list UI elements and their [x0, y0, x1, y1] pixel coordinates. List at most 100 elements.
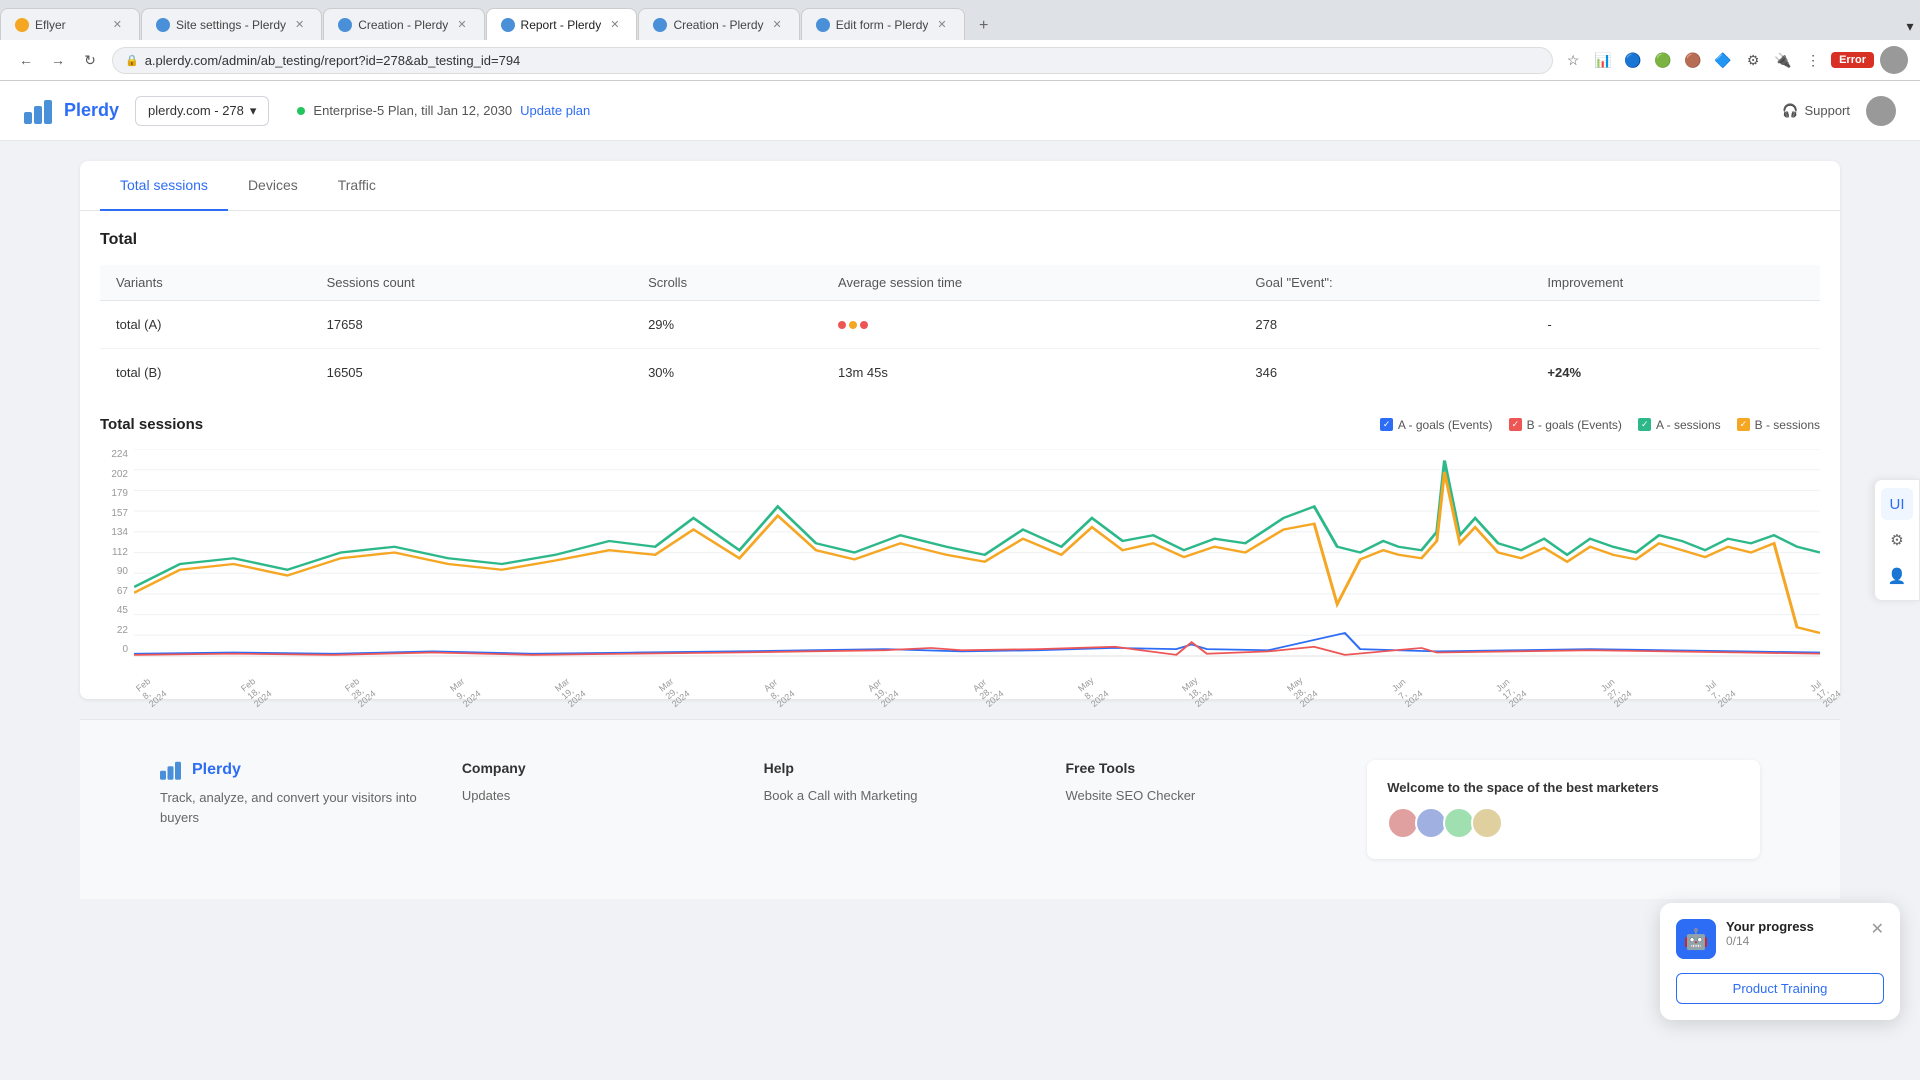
- footer-book-call-link[interactable]: Book a Call with Marketing: [764, 788, 1026, 803]
- cell-avg-time-b: 13m 45s: [822, 349, 1239, 397]
- y-label-224: 224: [111, 449, 128, 460]
- site-selector[interactable]: plerdy.com - 278 ▾: [135, 96, 269, 126]
- y-label-134: 134: [111, 527, 128, 538]
- support-button[interactable]: 🎧 Support: [1782, 103, 1850, 119]
- chart-container: 224 202 179 157 134 112 90 67 45 22 0: [100, 449, 1820, 679]
- chart-title: Total sessions: [100, 416, 203, 433]
- progress-title: Your progress: [1726, 919, 1871, 934]
- avg-time-dots: [838, 321, 1223, 329]
- legend-b-goals[interactable]: B - goals (Events): [1509, 418, 1622, 432]
- sidebar-ui-icon[interactable]: UI: [1881, 488, 1913, 520]
- tab-favicon: [15, 18, 29, 32]
- footer-seo-checker-link[interactable]: Website SEO Checker: [1065, 788, 1327, 803]
- col-header-goal: Goal "Event":: [1239, 265, 1531, 301]
- chrome-ext-icon1[interactable]: 🔵: [1621, 48, 1645, 72]
- dot1: [838, 321, 846, 329]
- bookmark-star-icon[interactable]: ☆: [1561, 48, 1585, 72]
- settings-icon[interactable]: ⋮: [1801, 48, 1825, 72]
- table-header-row: Variants Sessions count Scrolls Average …: [100, 265, 1820, 301]
- browser-tab-eflyer[interactable]: Eflyer ✕: [0, 8, 140, 40]
- browser-tab-report[interactable]: Report - Plerdy ✕: [486, 8, 638, 40]
- y-label-22: 22: [117, 625, 128, 636]
- legend-label-a-sessions: A - sessions: [1656, 418, 1721, 432]
- chrome-ext-icon5[interactable]: ⚙: [1741, 48, 1765, 72]
- tab-close-button[interactable]: ✕: [110, 17, 125, 32]
- x-label-may18: May 18, 2024: [1180, 678, 1208, 709]
- x-label-feb8: Feb 8, 2024: [134, 678, 162, 709]
- browser-tab-creation1[interactable]: Creation - Plerdy ✕: [323, 8, 484, 40]
- right-sidebar: UI ⚙ 👤: [1874, 479, 1920, 601]
- browser-tab-edit-form[interactable]: Edit form - Plerdy ✕: [801, 8, 965, 40]
- browser-chrome: Eflyer ✕ Site settings - Plerdy ✕ Creati…: [0, 0, 1920, 81]
- x-label-feb18: Feb 18, 2024: [239, 678, 267, 709]
- footer-updates-link[interactable]: Updates: [462, 788, 724, 803]
- col-header-improvement: Improvement: [1531, 265, 1820, 301]
- tab-close-button[interactable]: ✕: [292, 17, 307, 32]
- legend-b-sessions[interactable]: B - sessions: [1737, 418, 1820, 432]
- chart-legend: A - goals (Events) B - goals (Events) A …: [1380, 418, 1820, 432]
- x-label-jul17: Jul 17, 2024: [1808, 678, 1836, 709]
- chrome-ext-icon2[interactable]: 🟢: [1651, 48, 1675, 72]
- x-label-mar9: Mar 9, 2024: [448, 678, 476, 709]
- profile-avatar[interactable]: [1880, 46, 1908, 74]
- reload-button[interactable]: ↻: [76, 46, 104, 74]
- chrome-ext-icon3[interactable]: 🟤: [1681, 48, 1705, 72]
- new-tab-button[interactable]: +: [970, 12, 998, 40]
- update-plan-link[interactable]: Update plan: [520, 103, 590, 118]
- chart-header: Total sessions A - goals (Events) B - go…: [100, 416, 1820, 433]
- footer-welcome: Welcome to the space of the best markete…: [1367, 760, 1760, 859]
- error-badge: Error: [1831, 52, 1874, 68]
- tab-devices[interactable]: Devices: [228, 161, 318, 211]
- sidebar-settings-icon[interactable]: ⚙: [1881, 524, 1913, 556]
- footer-company: Company Updates: [462, 760, 724, 859]
- tab-traffic[interactable]: Traffic: [318, 161, 396, 211]
- footer-company-title: Company: [462, 760, 724, 776]
- tab-close-button[interactable]: ✕: [454, 17, 469, 32]
- footer-avatar-row: [1387, 807, 1740, 839]
- site-selector-text: plerdy.com - 278: [148, 103, 244, 118]
- tab-traffic-label: Traffic: [338, 177, 376, 193]
- chrome-ext-icon6[interactable]: 🔌: [1771, 48, 1795, 72]
- sidebar-user-icon[interactable]: 👤: [1881, 560, 1913, 592]
- legend-checkbox-b-goals: [1509, 418, 1522, 431]
- plerdy-ext-icon[interactable]: 📊: [1591, 48, 1615, 72]
- progress-mascot-icon: 🤖: [1676, 919, 1716, 959]
- tab-close-button[interactable]: ✕: [770, 17, 785, 32]
- tab-total-sessions[interactable]: Total sessions: [100, 161, 228, 211]
- dot3: [860, 321, 868, 329]
- url-bar[interactable]: 🔒 a.plerdy.com/admin/ab_testing/report?i…: [112, 47, 1553, 74]
- x-label-may8: May 8, 2024: [1076, 678, 1104, 709]
- tab-close-button[interactable]: ✕: [607, 17, 622, 32]
- user-avatar[interactable]: [1866, 96, 1896, 126]
- tab-close-button[interactable]: ✕: [934, 17, 949, 32]
- chrome-ext-icon4[interactable]: 🔷: [1711, 48, 1735, 72]
- footer-free-tools: Free Tools Website SEO Checker: [1065, 760, 1327, 859]
- legend-checkbox-b-sessions: [1737, 418, 1750, 431]
- cell-sessions-a: 17658: [311, 301, 632, 349]
- tab-title: Edit form - Plerdy: [836, 18, 929, 32]
- browser-tab-creation2[interactable]: Creation - Plerdy ✕: [638, 8, 799, 40]
- tab-overflow-button[interactable]: ▾: [1900, 12, 1920, 40]
- app-container: Plerdy plerdy.com - 278 ▾ Enterprise-5 P…: [0, 81, 1920, 981]
- y-axis: 224 202 179 157 134 112 90 67 45 22 0: [100, 449, 134, 679]
- legend-a-goals[interactable]: A - goals (Events): [1380, 418, 1493, 432]
- forward-button[interactable]: →: [44, 46, 72, 74]
- legend-a-sessions[interactable]: A - sessions: [1638, 418, 1721, 432]
- col-header-scrolls: Scrolls: [632, 265, 822, 301]
- progress-close-button[interactable]: ✕: [1871, 919, 1884, 939]
- table-row: total (A) 17658 29% 278: [100, 301, 1820, 349]
- logo[interactable]: Plerdy: [24, 98, 119, 124]
- footer-logo-text: Plerdy: [192, 761, 241, 779]
- browser-tab-site-settings[interactable]: Site settings - Plerdy ✕: [141, 8, 322, 40]
- logo-text: Plerdy: [64, 100, 119, 121]
- footer-help-title: Help: [764, 760, 1026, 776]
- legend-checkbox-a-sessions: [1638, 418, 1651, 431]
- footer-brand-text: Track, analyze, and convert your visitor…: [160, 788, 422, 827]
- back-button[interactable]: ←: [12, 46, 40, 74]
- product-training-button[interactable]: Product Training: [1676, 973, 1884, 1004]
- footer: Plerdy Track, analyze, and convert your …: [80, 719, 1840, 899]
- tab-favicon: [156, 18, 170, 32]
- y-label-67: 67: [117, 586, 128, 597]
- cell-goal-b: 346: [1239, 349, 1531, 397]
- x-label-jul7: Jul 7, 2024: [1703, 678, 1731, 709]
